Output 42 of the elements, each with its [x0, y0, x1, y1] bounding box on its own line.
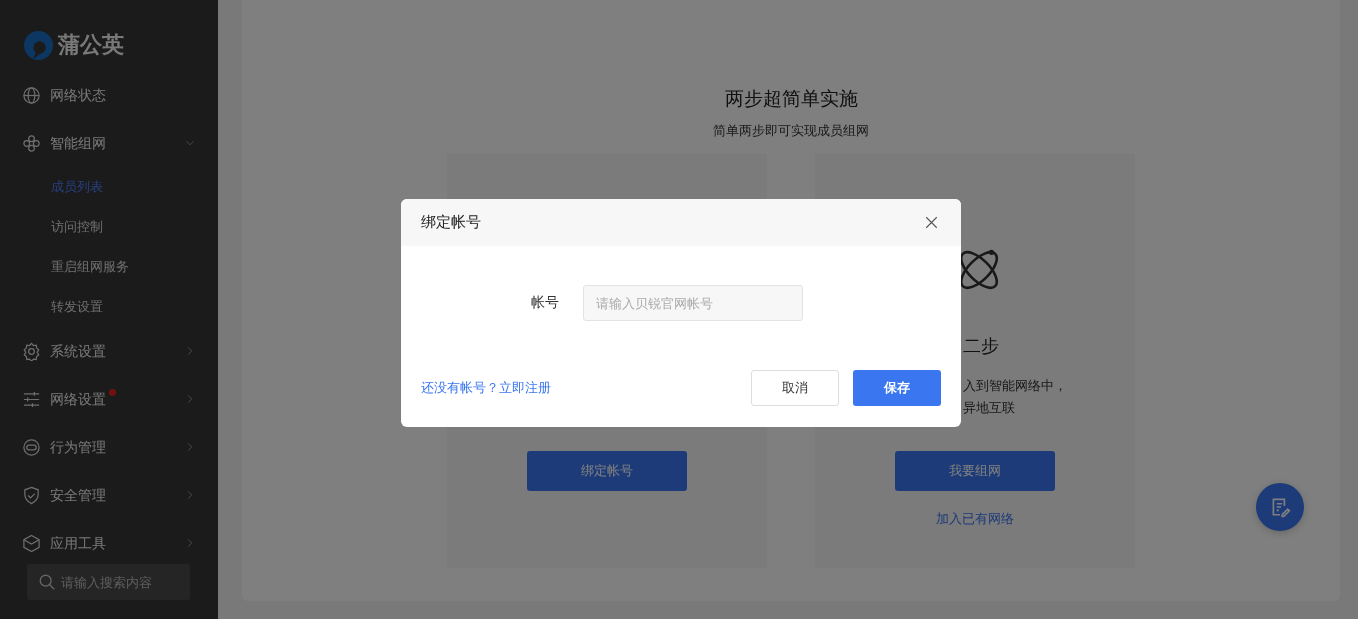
step-button[interactable]: 绑定帐号: [527, 451, 687, 491]
cube-icon: [22, 533, 41, 553]
shield-icon: [22, 485, 41, 505]
logo-icon: [23, 29, 54, 61]
globe-icon: [22, 85, 41, 105]
account-input[interactable]: 请输入贝锐官网帐号: [583, 285, 803, 321]
field-label: 帐号: [531, 294, 559, 312]
close-button[interactable]: [924, 215, 939, 230]
close-icon: [924, 215, 939, 230]
step-title: 二步: [963, 334, 999, 358]
menu-item[interactable]: 行为管理: [0, 423, 218, 471]
search-icon: [38, 573, 56, 591]
sliders-icon: [22, 389, 41, 409]
menu-item[interactable]: 智能组网: [0, 119, 218, 167]
cross-nodes-icon: [22, 133, 41, 153]
menu-label: 安全管理: [50, 486, 106, 505]
submenu-item[interactable]: 重启组网服务: [0, 247, 218, 287]
menu-label: 智能组网: [50, 134, 106, 153]
save-button[interactable]: 保存: [853, 370, 941, 406]
dialog-title: 绑定帐号: [421, 213, 481, 232]
register-link[interactable]: 还没有帐号？立即注册: [421, 379, 551, 397]
join-network-link[interactable]: 加入已有网络: [936, 510, 1014, 528]
menu-label: 网络设置: [50, 390, 106, 409]
step-description: 入到智能网络中，: [963, 377, 1067, 395]
page-title: 两步超简单实施: [724, 86, 858, 111]
toggle-icon: [22, 437, 41, 457]
menu-label: 应用工具: [50, 534, 106, 553]
step-button[interactable]: 我要组网: [895, 451, 1055, 491]
page-subtitle: 简单两步即可实现成员组网: [713, 122, 869, 140]
settings-icon: [22, 341, 41, 361]
step-description: 异地互联: [963, 399, 1015, 417]
submenu-item[interactable]: 转发设置: [0, 287, 218, 327]
menu-label: 行为管理: [50, 438, 106, 457]
menu-item[interactable]: 网络设置: [0, 375, 218, 423]
logo-text: 蒲公英: [58, 31, 124, 59]
menu-item[interactable]: 网络状态: [0, 71, 218, 119]
submenu-item[interactable]: 访问控制: [0, 207, 218, 247]
menu-label: 系统设置: [50, 342, 106, 361]
menu-item[interactable]: 安全管理: [0, 471, 218, 519]
cancel-button[interactable]: 取消: [751, 370, 839, 406]
menu-label: 网络状态: [50, 86, 106, 105]
menu-item[interactable]: 系统设置: [0, 327, 218, 375]
